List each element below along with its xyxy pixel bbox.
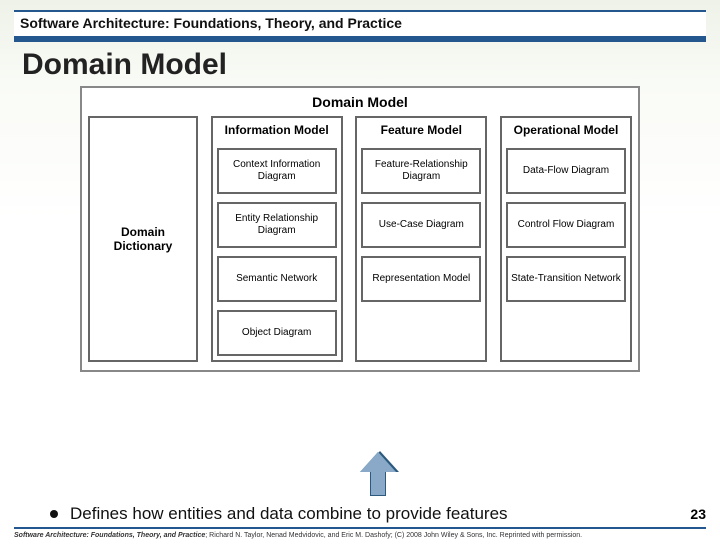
diagram-node: Use-Case Diagram [361, 202, 481, 248]
column-title: Operational Model [506, 124, 626, 138]
header-title: Software Architecture: Foundations, Theo… [20, 15, 402, 31]
footer-credits: Software Architecture: Foundations, Theo… [14, 532, 706, 539]
header-bar: Software Architecture: Foundations, Theo… [14, 10, 706, 42]
bullet-icon [50, 510, 58, 518]
domain-dictionary-box: Domain Dictionary [88, 116, 198, 362]
column-title: Information Model [217, 124, 337, 138]
bullet-text: Defines how entities and data combine to… [70, 504, 508, 524]
column-title: Feature Model [361, 124, 481, 138]
diagram-node: Feature-Relationship Diagram [361, 148, 481, 194]
bullet-row: Defines how entities and data combine to… [50, 504, 508, 524]
diagram-node: State-Transition Network [506, 256, 626, 302]
diagram-node: Object Diagram [217, 310, 337, 356]
diagram-node: Entity Relationship Diagram [217, 202, 337, 248]
diagram-node: Context Information Diagram [217, 148, 337, 194]
operational-model-column: Operational Model Data-Flow Diagram Cont… [500, 116, 632, 362]
slide-title: Domain Model [22, 48, 702, 82]
diagram-columns: Domain Dictionary Information Model Cont… [88, 116, 632, 362]
page-number: 23 [690, 506, 706, 522]
information-model-column: Information Model Context Information Di… [211, 116, 343, 362]
credits-book: Software Architecture: Foundations, Theo… [14, 532, 205, 539]
domain-model-diagram: Domain Model Domain Dictionary Informati… [80, 86, 640, 372]
feature-model-column: Feature Model Feature-Relationship Diagr… [355, 116, 487, 362]
diagram-node: Control Flow Diagram [506, 202, 626, 248]
up-arrow-icon [358, 452, 398, 502]
domain-dictionary-label: Domain Dictionary [94, 225, 192, 253]
credits-rest: ; Richard N. Taylor, Nenad Medvidovic, a… [205, 532, 582, 539]
footer-rule [14, 527, 706, 529]
diagram-node: Representation Model [361, 256, 481, 302]
diagram-title: Domain Model [88, 94, 632, 110]
diagram-node: Data-Flow Diagram [506, 148, 626, 194]
diagram-node: Semantic Network [217, 256, 337, 302]
